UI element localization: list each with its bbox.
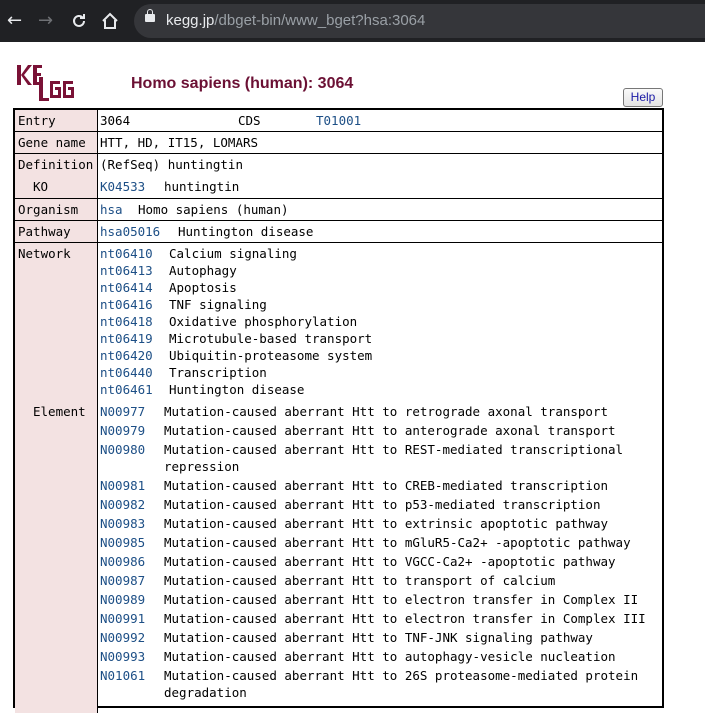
element-description: Mutation-caused aberrant Htt to anterogr… bbox=[164, 423, 616, 438]
entry-type: CDS bbox=[238, 113, 261, 128]
element-description: Mutation-caused aberrant Htt to 26S prot… bbox=[164, 668, 639, 683]
network-link[interactable]: nt06418 bbox=[100, 313, 153, 330]
element-link[interactable]: N00989 bbox=[100, 591, 145, 608]
element-link[interactable]: N00983 bbox=[100, 515, 145, 532]
network-link[interactable]: nt06416 bbox=[100, 296, 153, 313]
element-description: Mutation-caused aberrant Htt to extrinsi… bbox=[164, 516, 609, 531]
element-description: Mutation-caused aberrant Htt to retrogra… bbox=[164, 404, 609, 419]
definition-value: (RefSeq) huntingtin bbox=[100, 157, 243, 172]
browser-toolbar: ← → kegg.jp/dbget-bin/www_bget?hsa:3064 bbox=[0, 0, 705, 42]
organism-name: Homo sapiens (human) bbox=[138, 202, 289, 217]
network-name: Calcium signaling bbox=[169, 246, 297, 261]
element-description: degradation bbox=[164, 685, 247, 700]
network-row: Network Element nt06410 Calcium signaling… bbox=[15, 243, 662, 713]
definition-label: Definition bbox=[18, 157, 94, 172]
network-link[interactable]: nt06413 bbox=[100, 262, 153, 279]
network-link[interactable]: nt06419 bbox=[100, 330, 153, 347]
ko-name: huntingtin bbox=[164, 179, 240, 194]
element-link[interactable]: N00993 bbox=[100, 648, 145, 665]
element-description: Mutation-caused aberrant Htt to TNF-JNK … bbox=[164, 630, 593, 645]
network-name: Oxidative phosphorylation bbox=[169, 314, 358, 329]
element-link[interactable]: N00981 bbox=[100, 477, 145, 494]
entry-row: Entry 3064 CDS T01001 bbox=[15, 110, 662, 132]
element-description: Mutation-caused aberrant Htt to mGluR5-C… bbox=[164, 535, 631, 550]
entry-label: Entry bbox=[18, 113, 56, 128]
element-link[interactable]: N01061 bbox=[100, 667, 145, 684]
element-description: repression bbox=[164, 459, 240, 474]
pathway-name: Huntington disease bbox=[178, 224, 314, 239]
network-link[interactable]: nt06461 bbox=[100, 381, 153, 398]
element-link[interactable]: N00985 bbox=[100, 534, 145, 551]
entry-id: 3064 bbox=[100, 113, 131, 128]
network-name: Apoptosis bbox=[169, 280, 237, 295]
organism-label: Organism bbox=[18, 202, 79, 217]
gene-entry-table: Entry 3064 CDS T01001 Gene name HTT, HD,… bbox=[13, 108, 664, 713]
definition-row: Definition KO (RefSeq) huntingtin K04533… bbox=[15, 154, 662, 199]
lock-icon bbox=[145, 9, 155, 22]
gene-name-row: Gene name HTT, HD, IT15, LOMARS bbox=[15, 132, 662, 154]
element-link[interactable]: N00991 bbox=[100, 610, 145, 627]
url-text[interactable]: kegg.jp/dbget-bin/www_bget?hsa:3064 bbox=[166, 12, 425, 29]
network-name: Microtubule-based transport bbox=[169, 331, 373, 346]
element-description: Mutation-caused aberrant Htt to transpor… bbox=[164, 573, 556, 588]
ko-label: KO bbox=[33, 179, 49, 194]
element-description: Mutation-caused aberrant Htt to p53-medi… bbox=[164, 497, 601, 512]
element-description: Mutation-caused aberrant Htt to VGCC-Ca2… bbox=[164, 554, 616, 569]
organism-link[interactable]: hsa bbox=[100, 201, 123, 218]
ko-link[interactable]: K04533 bbox=[100, 178, 145, 195]
network-name: Huntington disease bbox=[169, 382, 305, 397]
element-description: Mutation-caused aberrant Htt to autophag… bbox=[164, 649, 616, 664]
reload-icon[interactable] bbox=[70, 12, 88, 30]
pathway-link[interactable]: hsa05016 bbox=[100, 223, 160, 240]
element-description: Mutation-caused aberrant Htt to electron… bbox=[164, 611, 646, 626]
element-description: Mutation-caused aberrant Htt to REST-med… bbox=[164, 442, 624, 457]
element-description: Mutation-caused aberrant Htt to electron… bbox=[164, 592, 639, 607]
genome-link[interactable]: T01001 bbox=[316, 112, 361, 129]
help-button[interactable]: Help bbox=[623, 88, 663, 107]
network-name: Transcription bbox=[169, 365, 267, 380]
back-arrow-icon[interactable]: ← bbox=[7, 11, 22, 31]
gene-name-label: Gene name bbox=[18, 135, 86, 150]
network-label: Network bbox=[18, 246, 71, 261]
network-link[interactable]: nt06410 bbox=[100, 245, 153, 262]
element-link[interactable]: N00979 bbox=[100, 422, 145, 439]
forward-arrow-icon[interactable]: → bbox=[38, 11, 53, 31]
network-link[interactable]: nt06414 bbox=[100, 279, 153, 296]
network-name: Ubiquitin-proteasome system bbox=[169, 348, 373, 363]
network-link[interactable]: nt06420 bbox=[100, 347, 153, 364]
element-link[interactable]: N00987 bbox=[100, 572, 145, 589]
element-label: Element bbox=[33, 404, 86, 419]
network-name: Autophagy bbox=[169, 263, 237, 278]
element-link[interactable]: N00980 bbox=[100, 441, 145, 458]
element-link[interactable]: N00982 bbox=[100, 496, 145, 513]
element-link[interactable]: N00992 bbox=[100, 629, 145, 646]
gene-name-value: HTT, HD, IT15, LOMARS bbox=[100, 135, 259, 150]
network-link[interactable]: nt06440 bbox=[100, 364, 153, 381]
kegg-logo[interactable] bbox=[16, 63, 78, 105]
element-description: Mutation-caused aberrant Htt to CREB-med… bbox=[164, 478, 609, 493]
home-icon[interactable] bbox=[101, 12, 119, 30]
organism-row: Organism hsa Homo sapiens (human) bbox=[15, 199, 662, 221]
pathway-row: Pathway hsa05016 Huntington disease bbox=[15, 221, 662, 243]
pathway-label: Pathway bbox=[18, 224, 71, 239]
page-title: Homo sapiens (human): 3064 bbox=[131, 75, 354, 92]
element-link[interactable]: N00977 bbox=[100, 403, 145, 420]
element-link[interactable]: N00986 bbox=[100, 553, 145, 570]
network-name: TNF signaling bbox=[169, 297, 267, 312]
